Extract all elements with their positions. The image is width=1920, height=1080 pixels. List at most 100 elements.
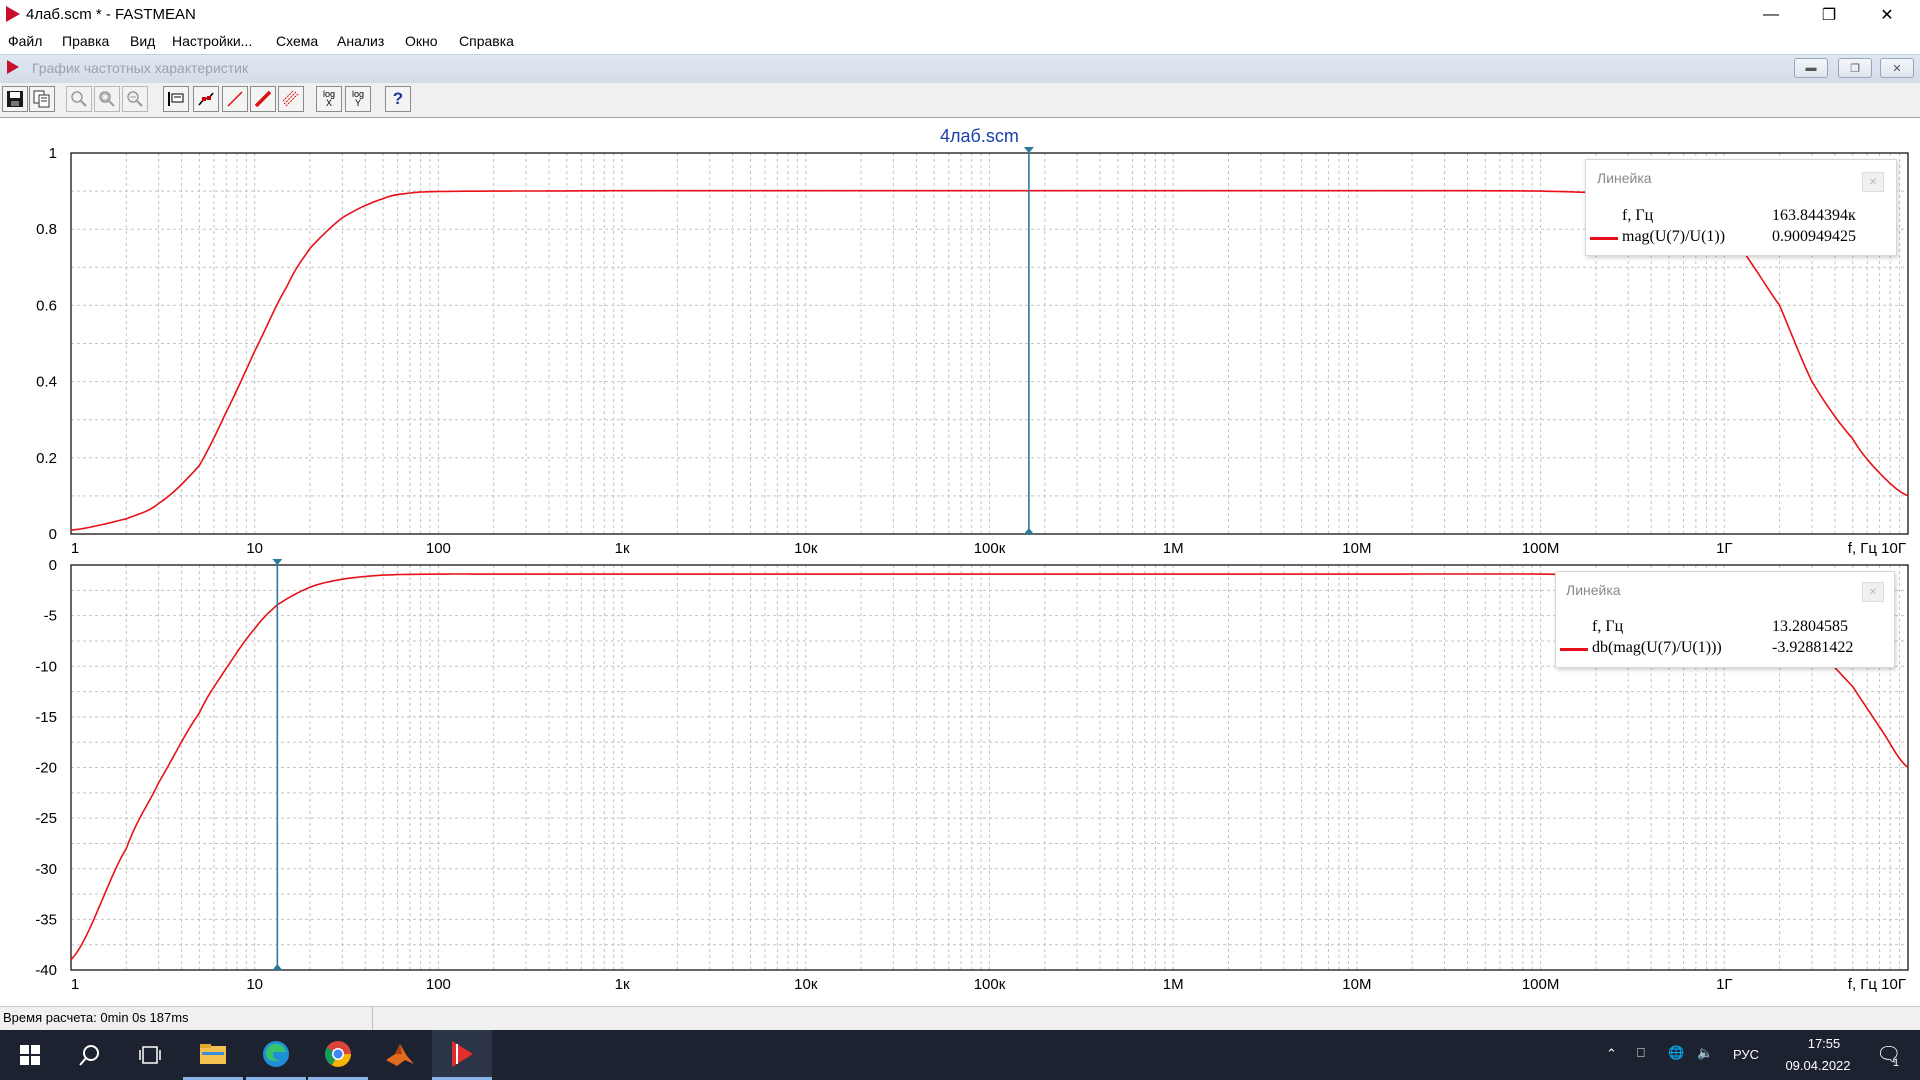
x-tick-label: 10к xyxy=(794,540,818,557)
x-tick-label: 1 xyxy=(71,976,79,993)
x-tick-label: 100 xyxy=(426,976,451,993)
child-window-bar xyxy=(0,54,1920,84)
cursor-top-marker xyxy=(272,559,283,565)
menu-view[interactable]: Вид xyxy=(130,33,155,49)
y-tick-label: 0.6 xyxy=(36,297,57,314)
windows-start-icon[interactable] xyxy=(0,1030,60,1080)
log-x-icon[interactable]: log X xyxy=(316,86,342,112)
clock-date[interactable]: 09.04.2022 xyxy=(1778,1058,1858,1073)
file-explorer-icon[interactable] xyxy=(183,1030,243,1080)
menu-analysis[interactable]: Анализ xyxy=(337,33,384,49)
y-tick-label: -30 xyxy=(35,861,57,878)
log-x-axis-letter: X xyxy=(325,98,332,108)
cursor-bottom-marker xyxy=(272,964,283,970)
ruler-series-label-top: mag(U(7)/U(1)) xyxy=(1622,228,1726,245)
edge-icon[interactable] xyxy=(246,1030,306,1080)
ruler-x-value-bottom: 13.2804585 xyxy=(1772,618,1848,635)
calc-time-status: Время расчета: 0min 0s 187ms xyxy=(3,1010,189,1025)
x-tick-label: 1М xyxy=(1163,976,1184,993)
zoom-window-icon[interactable] xyxy=(94,86,120,112)
child-minimize-icon[interactable]: ▬ xyxy=(1794,58,1828,78)
y-tick-label: -5 xyxy=(44,608,57,625)
x-tick-label: 10 xyxy=(246,976,263,993)
y-tick-label: 0.2 xyxy=(36,450,57,467)
x-tick-label: 1к xyxy=(615,976,630,993)
menu-file[interactable]: Файл xyxy=(8,33,42,49)
trace-swatch-bottom xyxy=(1560,648,1588,651)
zoom-in-icon[interactable] xyxy=(66,86,92,112)
ruler-title-top: Линейка xyxy=(1597,170,1652,186)
close-icon[interactable]: ✕ xyxy=(1858,0,1916,30)
ruler-title-bottom: Линейка xyxy=(1566,582,1621,598)
ruler-series-label-bottom: db(mag(U(7)/U(1))) xyxy=(1592,639,1722,656)
restore-icon[interactable]: ❐ xyxy=(1800,0,1858,30)
x-tick-label: 1Г xyxy=(1716,976,1732,993)
trace-swatch-top xyxy=(1590,237,1618,240)
help-icon[interactable]: ? xyxy=(385,86,411,112)
window-title: 4лаб.scm * - FASTMEAN xyxy=(26,6,196,23)
child-close-icon[interactable]: ✕ xyxy=(1880,58,1914,78)
ruler-x-label-bottom: f, Гц xyxy=(1592,618,1624,635)
y-tick-label: -25 xyxy=(35,810,57,827)
status-bar xyxy=(0,1006,1920,1031)
x-axis-end-label: f, Гц 10Г xyxy=(1848,540,1906,557)
menu-help[interactable]: Справка xyxy=(459,33,514,49)
network-icon[interactable]: ⎕ xyxy=(1637,1045,1645,1061)
y-tick-label: -20 xyxy=(35,760,57,777)
x-tick-label: 10М xyxy=(1342,976,1371,993)
menu-window[interactable]: Окно xyxy=(405,33,438,49)
log-y-axis-letter: Y xyxy=(354,98,361,108)
ruler-icon[interactable] xyxy=(163,86,189,112)
clock-time[interactable]: 17:55 xyxy=(1794,1036,1854,1051)
matlab-icon[interactable] xyxy=(370,1030,430,1080)
x-tick-label: 100М xyxy=(1522,540,1560,557)
ruler-series-value-bottom: -3.92881422 xyxy=(1772,639,1854,656)
fastmean-icon[interactable] xyxy=(432,1030,492,1080)
cursor-bottom-marker xyxy=(1023,528,1034,534)
x-tick-label: 100к xyxy=(974,976,1006,993)
x-axis-end-label: f, Гц 10Г xyxy=(1848,976,1906,993)
save-icon[interactable] xyxy=(2,86,28,112)
cursor-top-marker xyxy=(1023,147,1034,153)
globe-icon[interactable]: 🌐 xyxy=(1668,1045,1684,1061)
y-tick-label: -10 xyxy=(35,658,57,675)
menu-edit[interactable]: Правка xyxy=(62,33,109,49)
x-tick-label: 1М xyxy=(1163,540,1184,557)
markers-icon[interactable] xyxy=(193,86,219,112)
x-tick-label: 10М xyxy=(1342,540,1371,557)
child-restore-icon[interactable]: ❐ xyxy=(1838,58,1872,78)
task-view-icon[interactable] xyxy=(120,1030,180,1080)
x-tick-label: 100 xyxy=(426,540,451,557)
notification-count: 1 xyxy=(1893,1057,1900,1069)
copy-icon[interactable] xyxy=(29,86,55,112)
minimize-icon[interactable]: — xyxy=(1742,0,1800,30)
x-tick-label: 10к xyxy=(794,976,818,993)
ruler-close-icon-bottom[interactable]: ✕ xyxy=(1862,582,1884,602)
y-tick-label: 0.8 xyxy=(36,221,57,238)
log-y-icon[interactable]: log Y xyxy=(345,86,371,112)
menu-schema[interactable]: Схема xyxy=(276,33,318,49)
search-icon[interactable] xyxy=(60,1030,120,1080)
ruler-x-label-top: f, Гц xyxy=(1622,207,1654,224)
volume-icon[interactable]: 🔈 xyxy=(1697,1045,1713,1061)
chrome-icon[interactable] xyxy=(308,1030,368,1080)
child-window-icon xyxy=(7,60,19,74)
line-icon[interactable] xyxy=(222,86,248,112)
y-tick-label: 0 xyxy=(49,526,57,543)
y-tick-label: -40 xyxy=(35,962,57,979)
ruler-series-value-top: 0.900949425 xyxy=(1772,228,1856,245)
thick-line-icon[interactable] xyxy=(250,86,276,112)
language-indicator[interactable]: РУС xyxy=(1733,1047,1759,1062)
y-tick-label: -35 xyxy=(35,911,57,928)
fastmean-app-icon xyxy=(6,6,20,22)
y-tick-label: 1 xyxy=(49,145,57,162)
y-tick-label: -15 xyxy=(35,709,57,726)
title-bar xyxy=(0,0,1920,30)
zoom-out-icon[interactable] xyxy=(122,86,148,112)
menu-settings[interactable]: Настройки... xyxy=(172,33,252,49)
show-hidden-icons-icon[interactable]: ⌃ xyxy=(1606,1046,1617,1062)
child-window-title: График частотных характеристик xyxy=(32,60,249,76)
grid-icon[interactable] xyxy=(278,86,304,112)
ruler-close-icon-top[interactable]: ✕ xyxy=(1862,172,1884,192)
status-separator xyxy=(372,1006,373,1030)
